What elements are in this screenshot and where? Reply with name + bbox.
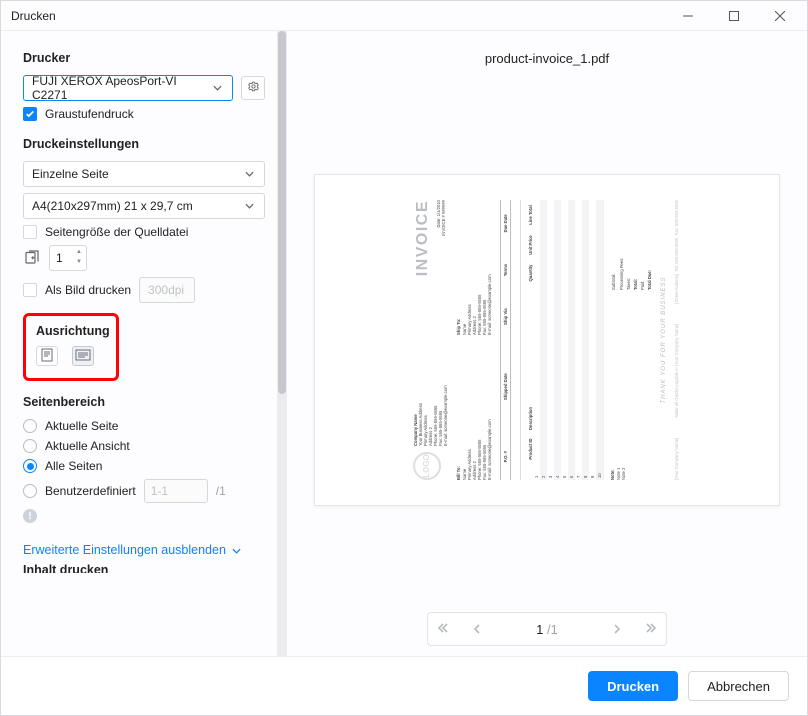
pager-last-button[interactable] bbox=[636, 622, 666, 637]
pager-status: 1 /1 bbox=[496, 622, 598, 637]
print-as-image-checkbox[interactable] bbox=[23, 283, 37, 297]
copies-input[interactable]: 1 ▲▼ bbox=[49, 245, 87, 271]
toggle-advanced-label: Erweiterte Einstellungen ausblenden bbox=[23, 543, 226, 557]
range-custom-label: Benutzerdefiniert bbox=[45, 484, 136, 498]
pages-per-sheet-select[interactable]: Einzelne Seite bbox=[23, 161, 265, 187]
printer-select[interactable]: FUJI XEROX ApeosPort-VI C2271 bbox=[23, 75, 233, 101]
pages-per-sheet-value: Einzelne Seite bbox=[32, 167, 109, 181]
preview-area: product-invoice_1.pdf LOGO Company Name … bbox=[287, 31, 807, 656]
portrait-icon bbox=[41, 348, 53, 365]
print-button-label: Drucken bbox=[607, 679, 659, 694]
print-dialog: Drucken Drucker FUJI XEROX ApeosPort-VI … bbox=[0, 0, 808, 716]
invoice-content: LOGO Company Name Your Business Address … bbox=[405, 186, 689, 494]
pager-prev-button[interactable] bbox=[462, 622, 492, 637]
minimize-button[interactable] bbox=[665, 1, 711, 31]
print-settings-head: Druckeinstellungen bbox=[23, 137, 265, 151]
range-current-view-radio[interactable] bbox=[23, 439, 37, 453]
landscape-icon bbox=[75, 349, 91, 364]
range-current-page-label: Aktuelle Seite bbox=[45, 419, 118, 433]
panel-scrollbar[interactable] bbox=[277, 31, 287, 656]
pager-next-button[interactable] bbox=[602, 622, 632, 637]
range-current-page-radio[interactable] bbox=[23, 419, 37, 433]
page-preview: LOGO Company Name Your Business Address … bbox=[314, 174, 780, 506]
pager-first-button[interactable] bbox=[428, 622, 458, 637]
window-title: Drucken bbox=[11, 9, 665, 23]
dpi-placeholder: 300dpi bbox=[148, 283, 184, 297]
print-button[interactable]: Drucken bbox=[588, 671, 678, 701]
preview-pager: 1 /1 bbox=[427, 612, 667, 646]
dialog-footer: Drucken Abbrechen bbox=[1, 657, 807, 715]
range-custom-placeholder: 1-1 bbox=[151, 484, 168, 498]
range-custom-input[interactable]: 1-1 bbox=[144, 479, 208, 503]
range-all-pages-label: Alle Seiten bbox=[45, 459, 102, 473]
print-as-image-label: Als Bild drucken bbox=[45, 283, 131, 297]
source-page-size-label: Seitengröße der Quelldatei bbox=[45, 225, 188, 239]
main-area: Drucker FUJI XEROX ApeosPort-VI C2271 bbox=[1, 31, 807, 657]
copies-spinner[interactable]: ▲▼ bbox=[74, 248, 84, 268]
logo-icon: LOGO bbox=[413, 452, 441, 480]
printer-properties-button[interactable] bbox=[241, 76, 265, 100]
printer-select-value: FUJI XEROX ApeosPort-VI C2271 bbox=[32, 74, 211, 102]
orientation-section-highlight: Ausrichtung bbox=[23, 313, 119, 381]
maximize-button[interactable] bbox=[711, 1, 757, 31]
invoice-title: INVOICE bbox=[413, 200, 432, 276]
panel-scrollbar-thumb[interactable] bbox=[278, 31, 286, 394]
paper-size-select[interactable]: A4(210x297mm) 21 x 29,7 cm bbox=[23, 193, 265, 219]
orientation-landscape-button[interactable] bbox=[72, 346, 94, 366]
titlebar: Drucken bbox=[1, 1, 807, 31]
info-icon[interactable]: ! bbox=[23, 509, 37, 523]
orientation-head: Ausrichtung bbox=[36, 324, 106, 338]
pager-total: 1 bbox=[551, 622, 558, 637]
settings-panel: Drucker FUJI XEROX ApeosPort-VI C2271 bbox=[1, 31, 287, 656]
close-button[interactable] bbox=[757, 1, 803, 31]
cancel-button[interactable]: Abbrechen bbox=[688, 671, 789, 701]
chevron-down-icon bbox=[242, 203, 256, 209]
chevron-down-icon bbox=[211, 85, 225, 91]
orientation-portrait-button[interactable] bbox=[36, 346, 58, 366]
range-total-pages: /1 bbox=[216, 484, 226, 498]
grayscale-checkbox[interactable] bbox=[23, 107, 37, 121]
chevron-down-icon bbox=[242, 171, 256, 177]
chevron-down-icon bbox=[232, 543, 241, 557]
range-custom-radio[interactable] bbox=[23, 484, 37, 498]
toggle-advanced-link[interactable]: Erweiterte Einstellungen ausblenden bbox=[23, 543, 265, 557]
printer-section-head: Drucker bbox=[23, 51, 265, 65]
page-preview-wrap: LOGO Company Name Your Business Address … bbox=[297, 86, 797, 594]
copies-value: 1 bbox=[56, 251, 63, 265]
gear-icon bbox=[247, 80, 260, 96]
preview-filename: product-invoice_1.pdf bbox=[485, 51, 609, 66]
cancel-button-label: Abbrechen bbox=[707, 679, 770, 694]
grayscale-label: Graustufendruck bbox=[45, 107, 134, 121]
collate-icon bbox=[23, 248, 41, 269]
print-content-head-clipped: Inhalt drucken bbox=[23, 563, 265, 573]
source-page-size-checkbox[interactable] bbox=[23, 225, 37, 239]
range-all-pages-radio[interactable] bbox=[23, 459, 37, 473]
page-range-head: Seitenbereich bbox=[23, 395, 265, 409]
paper-size-value: A4(210x297mm) 21 x 29,7 cm bbox=[32, 199, 193, 213]
dpi-input: 300dpi bbox=[139, 277, 195, 303]
range-current-view-label: Aktuelle Ansicht bbox=[45, 439, 130, 453]
